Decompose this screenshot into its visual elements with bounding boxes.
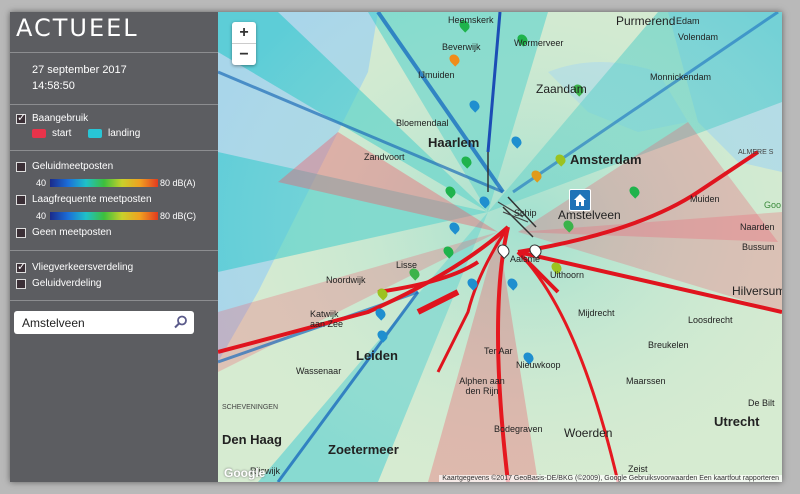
- laagfrequent-toggle[interactable]: Laagfrequente meetposten: [16, 194, 152, 205]
- place-label: Hilversum: [732, 284, 782, 298]
- place-label: Loosdrecht: [688, 315, 733, 325]
- zoom-out-button[interactable]: −: [232, 44, 256, 65]
- place-label: Purmerend: [616, 14, 676, 28]
- place-label: Amsterdam: [570, 152, 642, 167]
- divider: [10, 150, 218, 151]
- place-label: Edam: [676, 16, 700, 26]
- divider: [10, 52, 218, 53]
- place-label: Zandvoort: [364, 152, 405, 162]
- search-icon[interactable]: [174, 315, 188, 329]
- google-logo: Google: [224, 466, 266, 480]
- place-label: Maarssen: [626, 376, 666, 386]
- place-label: Zoetermeer: [328, 442, 399, 457]
- place-label: Naarden: [740, 222, 775, 232]
- vliegverkeer-checkbox[interactable]: [16, 260, 26, 273]
- divider: [10, 250, 218, 251]
- place-label: De Bilt: [748, 398, 775, 408]
- divider: [10, 104, 218, 105]
- place-label: Zeist: [628, 464, 648, 474]
- place-label: Lisse: [396, 260, 418, 270]
- dbc-scale-bar: [50, 212, 158, 220]
- baangebruik-checkbox[interactable]: [16, 111, 26, 124]
- place-label: ALMERE S: [738, 149, 774, 156]
- place-label: Nieuwkoop: [516, 360, 561, 370]
- map-attribution[interactable]: Kaartgegevens ©2017 GeoBasis-DE/BKG (©20…: [439, 475, 782, 482]
- geen-meetposten-checkbox[interactable]: [16, 227, 26, 238]
- start-label: start: [52, 128, 72, 139]
- place-label: Noordwijk: [326, 275, 366, 285]
- place-label: Ter Aar: [484, 346, 513, 356]
- place-label: Wassenaar: [296, 366, 342, 376]
- laagfrequent-label: Laagfrequente meetposten: [32, 194, 152, 205]
- dba-scale-max: 80 dB(A): [160, 178, 196, 188]
- geluidverdeling-checkbox[interactable]: [16, 278, 26, 289]
- time-display: 14:58:50: [32, 80, 75, 92]
- dba-scale-min: 40: [36, 178, 47, 188]
- place-label: Monnickendam: [650, 72, 712, 82]
- baangebruik-label: Baangebruik: [32, 113, 89, 124]
- vliegverkeer-toggle[interactable]: Vliegverkeersverdeling: [16, 260, 134, 273]
- place-label: Volendam: [678, 32, 719, 42]
- baangebruik-toggle[interactable]: Baangebruik: [16, 111, 89, 124]
- dbc-scale-min: 40: [36, 211, 47, 221]
- place-label: Aalsme: [510, 254, 541, 264]
- place-label: Alphen aan den Rijn: [459, 376, 505, 396]
- start-swatch: [32, 129, 46, 138]
- zoom-control: + −: [232, 22, 256, 65]
- place-label: Breukelen: [648, 340, 689, 350]
- geen-meetposten-label: Geen meetposten: [32, 227, 112, 238]
- geen-meetposten-toggle[interactable]: Geen meetposten: [16, 227, 112, 238]
- place-label: SCHEVENINGEN: [222, 404, 279, 411]
- vliegverkeer-label: Vliegverkeersverdeling: [32, 262, 134, 273]
- dbc-scale-max: 80 dB(C): [160, 211, 197, 221]
- geluidverdeling-label: Geluidverdeling: [32, 278, 102, 289]
- zoom-in-button[interactable]: +: [232, 22, 256, 43]
- place-label: Uithoorn: [550, 270, 585, 280]
- app-frame: ACTUEEL 27 september 2017 14:58:50 Baang…: [10, 12, 782, 482]
- search-box: [14, 311, 194, 334]
- laagfrequent-checkbox[interactable]: [16, 194, 26, 205]
- sidebar: ACTUEEL 27 september 2017 14:58:50 Baang…: [10, 12, 218, 482]
- place-label: Woerden: [564, 426, 613, 440]
- page-title: ACTUEEL: [16, 14, 139, 42]
- place-label: Amstelveen: [558, 208, 621, 222]
- place-label: Bodegraven: [494, 424, 543, 434]
- landing-label: landing: [108, 128, 141, 139]
- geluidmeetposten-toggle[interactable]: Geluidmeetposten: [16, 161, 113, 172]
- place-label: Utrecht: [714, 414, 760, 429]
- place-label: Bloemendaal: [396, 118, 449, 128]
- place-label: Bussum: [742, 242, 775, 252]
- place-label: Mijdrecht: [578, 308, 615, 318]
- place-label: Leiden: [356, 348, 398, 363]
- place-label: Katwijk aan Zee: [310, 309, 344, 329]
- place-label: Den Haag: [222, 432, 282, 447]
- date-display: 27 september 2017: [32, 64, 127, 76]
- geluidmeetposten-label: Geluidmeetposten: [32, 161, 114, 172]
- place-label: IJmuiden: [418, 70, 455, 80]
- place-label: Muiden: [690, 194, 720, 204]
- geluidverdeling-toggle[interactable]: Geluidverdeling: [16, 278, 102, 289]
- place-label: Haarlem: [428, 135, 480, 150]
- place-label: Beverwijk: [442, 42, 481, 52]
- place-label: Wormerveer: [514, 38, 564, 48]
- geluidmeetposten-checkbox[interactable]: [16, 161, 26, 172]
- map-view[interactable]: + − Heemskerk Beverwijk Wormerveer Purme…: [218, 12, 782, 482]
- landing-swatch: [88, 129, 102, 138]
- place-label: Heemskerk: [448, 15, 494, 25]
- place-label: Schip: [514, 208, 537, 218]
- dba-scale-bar: [50, 179, 158, 187]
- place-label: Zaandam: [536, 82, 587, 96]
- place-label: Goo: [764, 200, 782, 210]
- divider: [10, 300, 218, 301]
- search-input[interactable]: [20, 314, 172, 331]
